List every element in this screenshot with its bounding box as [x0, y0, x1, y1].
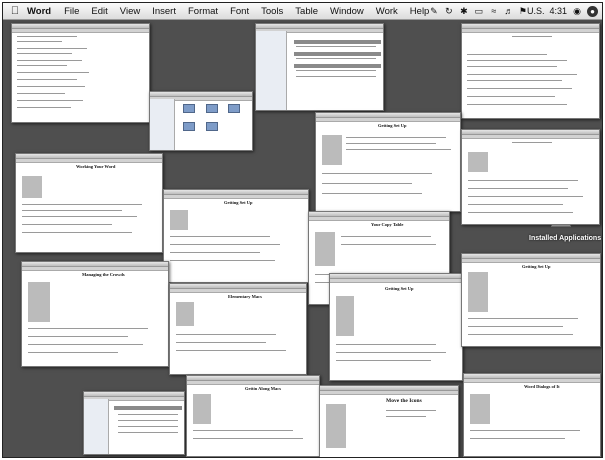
- spotlight-icon[interactable]: ●: [587, 5, 598, 17]
- document-window[interactable]: [11, 23, 150, 123]
- window-title: Move the Icons: [386, 398, 422, 404]
- menu-tools[interactable]: Tools: [261, 6, 283, 17]
- window-title: Working Your Word: [76, 164, 116, 169]
- window-title: Getting Set Up: [224, 200, 253, 205]
- script-icon[interactable]: ✎: [429, 6, 439, 16]
- menu-window[interactable]: Window: [330, 6, 364, 17]
- window-title: Gettin Along Macs: [245, 386, 281, 391]
- document-window[interactable]: [461, 23, 600, 119]
- menu-font[interactable]: Font: [230, 6, 249, 17]
- menu-work[interactable]: Work: [376, 6, 398, 17]
- menu-edit[interactable]: Edit: [91, 6, 107, 17]
- user-icon[interactable]: ◉: [572, 6, 582, 16]
- volume-icon[interactable]: ♬: [504, 6, 514, 16]
- window-title: Word Dialogs of It: [524, 384, 560, 389]
- menu-insert[interactable]: Insert: [152, 6, 176, 17]
- document-window[interactable]: [461, 129, 600, 225]
- menu-bar:  Word File Edit View Insert Format Font…: [3, 3, 602, 20]
- clock[interactable]: 4:31: [549, 6, 567, 16]
- finder-window[interactable]: [83, 391, 185, 455]
- document-window[interactable]: Getting Set Up: [329, 273, 463, 381]
- menu-view[interactable]: View: [120, 6, 140, 17]
- menu-extras: ✎ ↻ ✱ ▭ ≈ ♬ ⚑U.S. 4:31 ◉ ●: [429, 3, 598, 19]
- menu-help[interactable]: Help: [410, 6, 430, 17]
- document-window[interactable]: Managing the Crowds: [21, 261, 169, 367]
- document-window[interactable]: Gettin Along Macs: [186, 375, 320, 457]
- menu-app-word[interactable]: Word: [27, 6, 51, 17]
- menu-table[interactable]: Table: [295, 6, 318, 17]
- menu-format[interactable]: Format: [188, 6, 218, 17]
- input-menu[interactable]: ⚑U.S.: [519, 6, 545, 17]
- window-title: Getting Set Up: [385, 286, 414, 291]
- window-title: Getting Set Up: [522, 264, 551, 269]
- document-window[interactable]: Getting Set Up: [315, 112, 461, 212]
- finder-window[interactable]: [149, 91, 253, 151]
- window-title: Your Copy Table: [371, 222, 404, 227]
- document-window[interactable]: Getting Set Up: [163, 189, 309, 283]
- apple-icon[interactable]: : [7, 5, 23, 17]
- finder-list-window[interactable]: [255, 23, 384, 111]
- window-title: Managing the Crowds: [82, 272, 125, 277]
- document-window[interactable]: Move the Icons: [319, 385, 459, 457]
- input-menu-label: U.S.: [526, 5, 545, 16]
- document-window[interactable]: Elementary Macs: [169, 283, 307, 375]
- menu-file[interactable]: File: [64, 6, 79, 17]
- window-title: Getting Set Up: [378, 123, 407, 128]
- screen:  Word File Edit View Insert Format Font…: [2, 2, 603, 458]
- document-window[interactable]: Word Dialogs of It: [463, 373, 601, 457]
- document-window[interactable]: Working Your Word: [15, 153, 163, 253]
- desktop-icon-label[interactable]: Installed Applications: [529, 235, 601, 242]
- window-title: Elementary Macs: [228, 294, 262, 299]
- document-window[interactable]: Getting Set Up: [461, 253, 601, 347]
- display-icon[interactable]: ▭: [474, 6, 484, 16]
- sync-icon[interactable]: ↻: [444, 6, 454, 16]
- airport-icon[interactable]: ≈: [489, 6, 499, 16]
- bluetooth-icon[interactable]: ✱: [459, 6, 469, 16]
